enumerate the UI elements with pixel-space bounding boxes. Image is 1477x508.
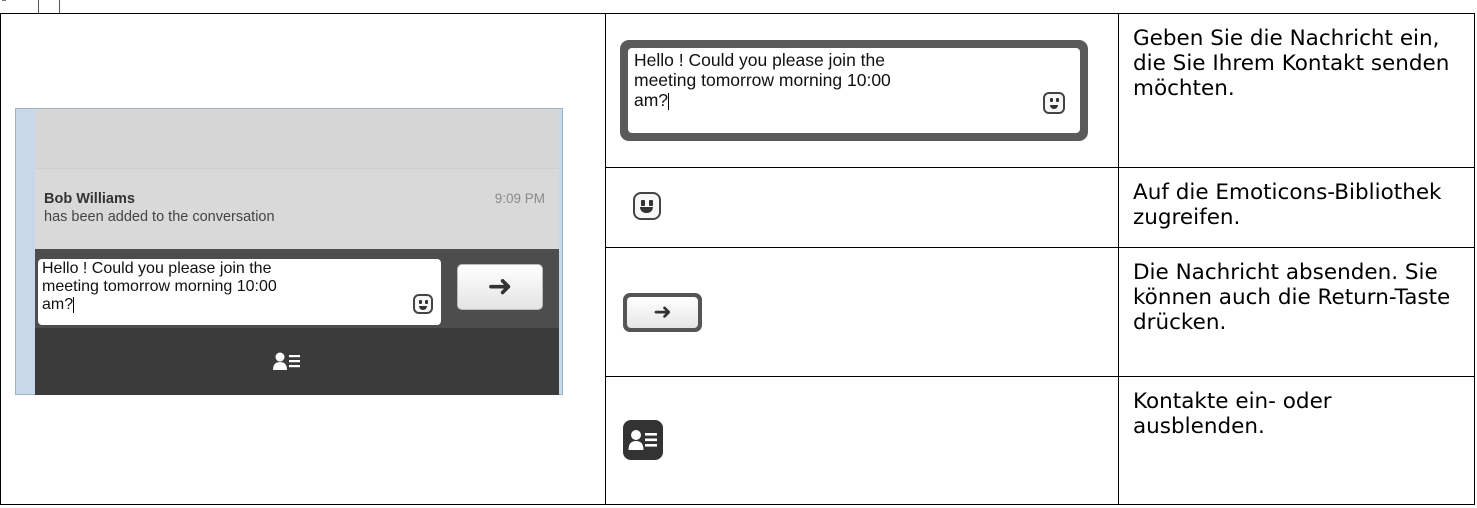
- rule-tick: [38, 0, 39, 13]
- send-button: ➜: [623, 293, 702, 332]
- icon-cell: ➜: [605, 247, 1119, 377]
- message-input[interactable]: Hello ! Could you please join the meetin…: [38, 259, 441, 325]
- description-text: Geben Sie die Nachricht ein, die Sie Ihr…: [1133, 26, 1450, 101]
- chat-window-screenshot: Bob Williams 9:09 PM has been added to t…: [15, 108, 563, 395]
- input-line: Hello ! Could you please join the: [42, 260, 272, 277]
- rule-tick: [59, 0, 60, 13]
- conversation-area: [35, 109, 559, 168]
- input-line: meeting tomorrow morning 10:00: [42, 278, 277, 295]
- message-input-field: Hello ! Could you please join the meetin…: [620, 40, 1088, 141]
- description-text: Die Nachricht absenden. Sie können auch …: [1133, 260, 1451, 335]
- input-bar: Hello ! Could you please join the meetin…: [35, 249, 559, 328]
- arrow-right-icon: ➜: [653, 299, 672, 325]
- arrow-right-icon: ➜: [487, 269, 513, 304]
- message-time: 9:09 PM: [494, 191, 545, 206]
- screenshot-cell: Bob Williams 9:09 PM has been added to t…: [0, 13, 606, 505]
- text-caret: [73, 296, 75, 313]
- description-cell: Die Nachricht absenden. Sie können auch …: [1118, 247, 1475, 377]
- description-text: Kontakte ein- oder ausblenden.: [1133, 389, 1332, 439]
- system-message: Bob Williams 9:09 PM has been added to t…: [35, 168, 559, 250]
- rule-dash: [2, 0, 6, 1]
- description-text: Auf die Emoticons-Bibliothek zugreifen.: [1133, 180, 1442, 230]
- feature-table: Bob Williams 9:09 PM has been added to t…: [0, 13, 1475, 505]
- text-caret: [668, 92, 670, 110]
- send-button[interactable]: ➜: [457, 264, 543, 310]
- page-top-rule: [0, 0, 1477, 14]
- description-cell: Kontakte ein- oder ausblenden.: [1118, 376, 1475, 505]
- input-line: am?: [42, 296, 74, 313]
- message-sender: Bob Williams: [44, 191, 135, 207]
- description-cell: Geben Sie die Nachricht ein, die Sie Ihr…: [1118, 13, 1475, 168]
- input-line: Hello ! Could you please join the: [634, 50, 885, 70]
- input-line: am?: [634, 90, 669, 110]
- smiley-icon: [633, 192, 661, 220]
- icon-cell: [605, 376, 1119, 505]
- input-line: meeting tomorrow morning 10:00: [634, 70, 891, 90]
- icon-cell: [605, 167, 1119, 248]
- contacts-toggle-icon: [623, 420, 663, 460]
- message-text: has been added to the conversation: [44, 209, 275, 225]
- bottom-bar: [35, 328, 559, 395]
- contacts-toggle-icon[interactable]: [272, 350, 302, 372]
- description-cell: Auf die Emoticons-Bibliothek zugreifen.: [1118, 167, 1475, 248]
- icon-cell: Hello ! Could you please join the meetin…: [605, 13, 1119, 168]
- smiley-icon: [1043, 92, 1065, 114]
- smiley-icon[interactable]: [413, 294, 433, 314]
